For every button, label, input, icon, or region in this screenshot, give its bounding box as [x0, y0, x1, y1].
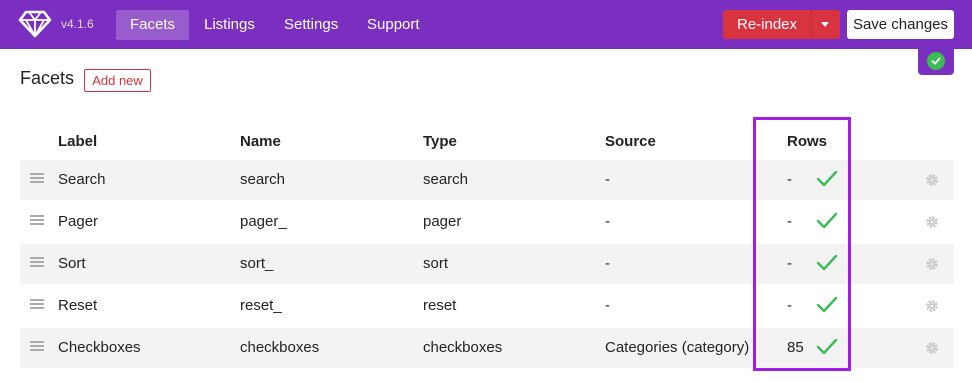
cell-type: sort	[423, 255, 449, 272]
column-header-label: Label	[58, 133, 98, 150]
cell-type: checkboxes	[423, 339, 503, 356]
add-new-button[interactable]: Add new	[84, 69, 151, 92]
cell-type: search	[423, 171, 469, 188]
cell-source: -	[605, 255, 610, 272]
gear-icon[interactable]	[925, 173, 939, 187]
gear-icon[interactable]	[925, 257, 939, 271]
cell-name: search	[240, 171, 286, 188]
cell-name: pager_	[240, 213, 287, 230]
nav-tab-facets[interactable]: Facets	[116, 10, 190, 40]
column-header-type: Type	[423, 133, 457, 150]
nav-tab-support[interactable]: Support	[353, 10, 434, 40]
gear-icon[interactable]	[925, 299, 939, 313]
top-bar: v4.1.6 Facets Listings Settings Support …	[0, 0, 972, 49]
cell-label: Reset	[58, 297, 98, 314]
column-header-name: Name	[240, 133, 281, 150]
cell-name: sort_	[240, 255, 274, 272]
reindex-label: Re-index	[737, 16, 798, 33]
index-status-tab	[918, 47, 954, 75]
save-changes-button[interactable]: Save changes	[847, 10, 954, 39]
cell-label: Sort	[58, 255, 86, 272]
cell-source: -	[605, 297, 610, 314]
column-header-source: Source	[605, 133, 656, 150]
gear-icon[interactable]	[925, 341, 939, 355]
nav-tab-settings[interactable]: Settings	[270, 10, 352, 40]
status-ok-icon	[927, 52, 945, 70]
drag-handle-icon[interactable]	[30, 257, 44, 268]
drag-handle-icon[interactable]	[30, 215, 44, 226]
drag-handle-icon[interactable]	[30, 341, 44, 352]
cell-name: checkboxes	[240, 339, 320, 356]
nav-tab-listings[interactable]: Listings	[190, 10, 269, 40]
cell-source: -	[605, 213, 610, 230]
page-title: Facets	[20, 68, 75, 88]
drag-handle-icon[interactable]	[30, 299, 44, 310]
cell-name: reset_	[240, 297, 282, 314]
rows-column-highlight	[753, 117, 851, 371]
reindex-divider	[811, 10, 812, 39]
drag-handle-icon[interactable]	[30, 173, 44, 184]
cell-label: Search	[58, 171, 106, 188]
cell-type: reset	[423, 297, 457, 314]
cell-source: -	[605, 171, 610, 188]
diamond-logo-icon	[18, 10, 52, 38]
gear-icon[interactable]	[925, 215, 939, 229]
chevron-down-icon[interactable]	[821, 22, 829, 27]
cell-type: pager	[423, 213, 462, 230]
cell-source: Categories (category)	[605, 339, 750, 356]
version-label: v4.1.6	[61, 17, 94, 31]
reindex-button[interactable]: Re-index	[723, 10, 840, 39]
cell-label: Checkboxes	[58, 339, 141, 356]
cell-label: Pager	[58, 213, 99, 230]
